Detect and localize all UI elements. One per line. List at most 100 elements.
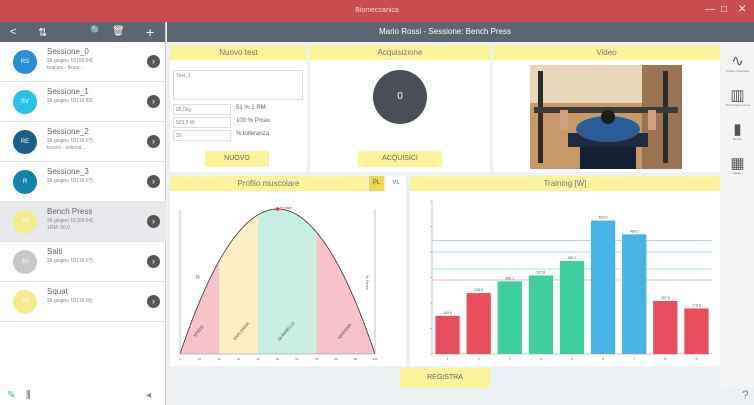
- bar-value-label: 523.5: [599, 216, 608, 220]
- chevron-right-icon[interactable]: ›: [147, 255, 160, 268]
- window-titlebar: Biomeccanica — □ ✕: [0, 0, 754, 22]
- session-item[interactable]: JU Salti 26 giugno 15 [16:07] ›: [0, 242, 166, 282]
- bar-value-label: 178.6: [692, 303, 701, 307]
- tool-dataset[interactable]: ▦ Dataset: [721, 154, 754, 175]
- session-avatar: RS: [13, 50, 37, 74]
- help-icon[interactable]: ?: [742, 388, 749, 402]
- chevron-right-icon[interactable]: ›: [147, 215, 160, 228]
- tick-label: 90: [354, 357, 358, 361]
- video-frame[interactable]: [530, 65, 682, 169]
- video-header: Video: [493, 45, 720, 60]
- nuovo-test-header: Nuovo test: [170, 45, 307, 60]
- pl-toggle[interactable]: PL: [369, 176, 384, 191]
- chart-icon[interactable]: ⫼: [26, 390, 31, 401]
- session-item[interactable]: RS Sessione_0 26 giugno 15 [09:54] braccio …: [0, 42, 166, 82]
- tick-label: 20: [217, 357, 221, 361]
- maximize-button[interactable]: □: [721, 4, 727, 15]
- acquisici-button[interactable]: ACQUISICI: [358, 151, 442, 167]
- tool-icon: ▮: [733, 121, 742, 138]
- training-header: Training [W]: [410, 176, 720, 191]
- bar: [559, 260, 585, 354]
- tolerance-field[interactable]: 20: [173, 130, 231, 141]
- session-note: braccio - flessi...: [47, 65, 84, 71]
- back-icon[interactable]: <: [10, 26, 16, 38]
- bar: [497, 281, 522, 354]
- nuovo-button[interactable]: NUOVO: [205, 151, 269, 167]
- session-item[interactable]: SV Sessione_1 26 giugno 15 [10:53] ›: [0, 82, 166, 122]
- sidebar-toolbar: < ⇅ 🔍 🗑 +: [0, 22, 165, 42]
- session-avatar: TR: [13, 290, 37, 314]
- acquisition-counter: 0: [373, 70, 427, 124]
- right-toolbar: ∿ Profilo muscolare ▥ Test Progressione ▮ Rep…: [721, 42, 754, 388]
- tick-label: 70: [315, 357, 319, 361]
- bar-value-label: 149.6: [443, 311, 452, 315]
- main-header: Mario Rossi - Sessione: Bench Press: [167, 22, 754, 42]
- trash-icon[interactable]: 🗑: [112, 26, 125, 37]
- load-label: 51 % 1 RM: [236, 105, 266, 111]
- page-title: Mario Rossi - Sessione: Bench Press: [378, 27, 512, 36]
- tool-report[interactable]: ▮ Report: [721, 120, 754, 141]
- tick-label: 10: [198, 357, 202, 361]
- bar-value-label: 365.2: [568, 256, 577, 260]
- collapse-icon[interactable]: ◂: [146, 390, 151, 401]
- category-label: 1: [447, 357, 449, 361]
- session-name: Bench Press: [47, 207, 93, 216]
- y-right-label: % Fmax: [365, 275, 370, 290]
- category-label: 4: [540, 357, 542, 361]
- session-date: 26 giugno 15 [09:54]: [47, 218, 93, 224]
- tool-label: Dataset: [732, 171, 743, 175]
- session-sidebar: < ⇅ 🔍 🗑 + RS Sessione_0 26 giugno 15 [09:5…: [0, 22, 166, 405]
- registra-button[interactable]: REGISTRA: [400, 368, 490, 388]
- pencil-icon[interactable]: ✎: [7, 390, 15, 401]
- bar: [622, 234, 647, 354]
- sort-icon[interactable]: ⇅: [38, 26, 47, 39]
- category-label: 8: [664, 357, 666, 361]
- category-label: 3: [509, 357, 511, 361]
- session-note: 1RM: 60.0: [47, 225, 71, 231]
- tick-label: 80: [334, 357, 338, 361]
- chevron-right-icon[interactable]: ›: [147, 95, 160, 108]
- session-date: 26 giugno 15 [09:54]: [47, 58, 93, 64]
- load-field[interactable]: 25,0kg: [173, 104, 231, 115]
- zone-area: [316, 232, 375, 354]
- tool-progression[interactable]: ▥ Test Progressione: [721, 86, 754, 107]
- training-bar-chart: 149.6 1 238.8 2 285.1 3 307.8 4 365.2 5 523.5 6 469.…: [430, 200, 712, 361]
- tick-label: 0: [179, 357, 181, 361]
- tolerance-label: % tolleranza: [236, 131, 270, 137]
- bar: [590, 220, 616, 354]
- session-item[interactable]: TR Bench Press 26 giugno 15 [09:54] 1RM: 60…: [0, 202, 166, 242]
- vl-toggle[interactable]: VL: [386, 176, 406, 191]
- add-icon[interactable]: +: [146, 24, 154, 40]
- session-date: 26 giugno 15 [16:08]: [47, 298, 93, 304]
- chevron-right-icon[interactable]: ›: [147, 55, 160, 68]
- session-date: 26 giugno 15 [16:07]: [47, 258, 93, 264]
- tool-label: Profilo muscolare: [725, 69, 750, 73]
- session-item[interactable]: R Sessione_3 26 giugno 15 [16:07] ›: [0, 162, 166, 202]
- session-name: Salti: [47, 247, 63, 256]
- session-avatar: SV: [13, 90, 37, 114]
- profilo-header: Profilo muscolare: [170, 176, 367, 191]
- acquisizione-header: Acquisizione: [310, 45, 490, 60]
- session-item[interactable]: TR Squat 26 giugno 15 [16:08] ›: [0, 282, 166, 322]
- tick-label: 40: [256, 357, 260, 361]
- minimize-button[interactable]: —: [705, 4, 715, 15]
- power-label: 100 % Pmax: [236, 118, 271, 124]
- y-left-label: N: [196, 275, 200, 281]
- chevron-right-icon[interactable]: ›: [147, 295, 160, 308]
- session-item[interactable]: RE Sessione_2 26 giugno 15 [16:07] tronco -…: [0, 122, 166, 162]
- bar-value-label: 469.2: [630, 229, 639, 233]
- search-icon[interactable]: 🔍: [90, 26, 102, 37]
- tool-profile[interactable]: ∿ Profilo muscolare: [721, 52, 754, 73]
- session-name: Sessione_1: [47, 87, 89, 96]
- category-label: 5: [571, 357, 573, 361]
- close-button[interactable]: ✕: [738, 4, 746, 15]
- chevron-right-icon[interactable]: ›: [147, 135, 160, 148]
- session-avatar: JU: [13, 250, 37, 274]
- session-date: 26 giugno 15 [10:53]: [47, 98, 93, 104]
- training-panel: 149.6 1 238.8 2 285.1 3 307.8 4 365.2 5 523.5 6 469.…: [410, 191, 720, 366]
- test-name-field[interactable]: Test_1: [173, 70, 303, 100]
- power-field[interactable]: 523,5 W: [173, 117, 231, 128]
- category-label: 2: [478, 357, 480, 361]
- chevron-right-icon[interactable]: ›: [147, 175, 160, 188]
- tick-label: 50: [276, 357, 280, 361]
